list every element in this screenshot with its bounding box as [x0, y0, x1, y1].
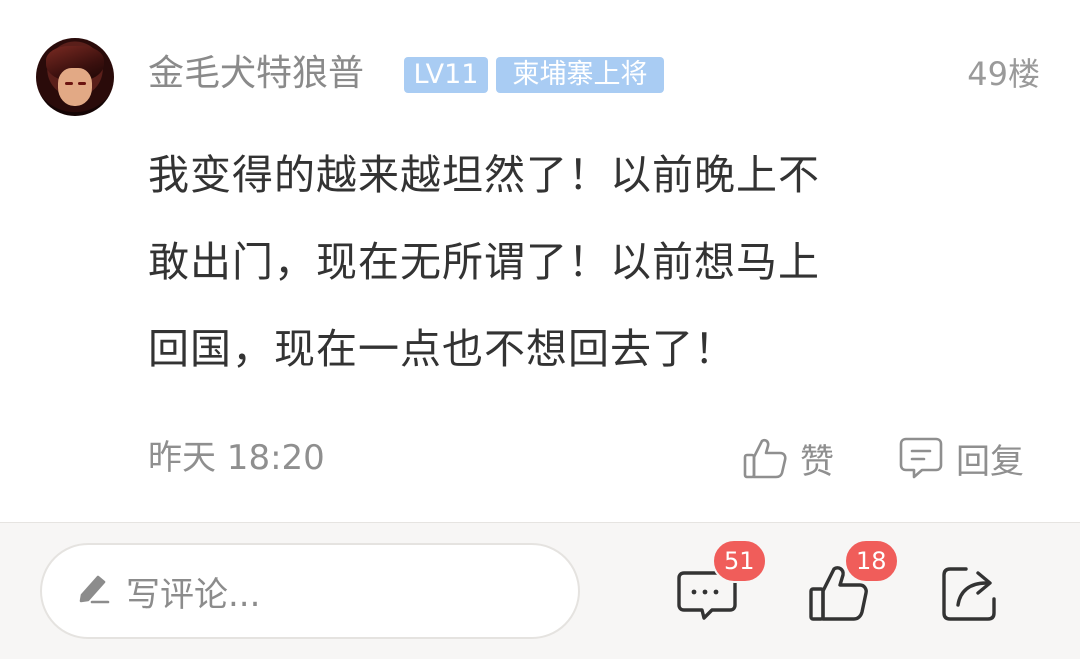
- content-line: 我变得的越来越坦然了！以前晚上不: [148, 151, 820, 199]
- chat-bubble-icon: [898, 435, 944, 481]
- likes-button[interactable]: 18: [806, 539, 899, 625]
- comments-button[interactable]: 51: [674, 539, 767, 625]
- avatar-face: [58, 68, 92, 106]
- comments-count-badge: 51: [712, 539, 767, 583]
- bottom-bar: 写评论... 51 18: [0, 522, 1080, 659]
- avatar[interactable]: [36, 38, 114, 116]
- comment-post: 金毛犬特狼普 LV11 柬埔寨上将 49楼 我变得的越来越坦然了！以前晚上不 敢…: [0, 0, 1080, 522]
- reply-label: 回复: [956, 441, 1024, 482]
- level-badge: LV11: [404, 57, 488, 93]
- share-icon: [938, 559, 1004, 625]
- comment-input[interactable]: 写评论...: [40, 543, 580, 639]
- floor-number: 49楼: [967, 55, 1040, 93]
- share-button[interactable]: [938, 559, 1004, 625]
- likes-count-badge: 18: [844, 539, 899, 583]
- thumbs-up-icon: [742, 435, 788, 481]
- avatar-eye-right: [78, 82, 86, 85]
- like-button[interactable]: 赞: [742, 430, 834, 486]
- like-label: 赞: [800, 441, 834, 482]
- content-line: 回国，现在一点也不想回去了！: [148, 325, 736, 373]
- post-content: 我变得的越来越坦然了！以前晚上不 敢出门，现在无所谓了！以前想马上 回国，现在一…: [148, 132, 1008, 393]
- title-badge: 柬埔寨上将: [496, 57, 664, 93]
- avatar-eye-left: [65, 82, 73, 85]
- post-time: 昨天 18:20: [148, 438, 325, 478]
- pencil-icon: [76, 569, 112, 614]
- comment-placeholder: 写评论...: [126, 574, 261, 615]
- username[interactable]: 金毛犬特狼普: [148, 52, 364, 96]
- reply-button[interactable]: 回复: [898, 430, 1024, 486]
- content-line: 敢出门，现在无所谓了！以前想马上: [148, 238, 820, 286]
